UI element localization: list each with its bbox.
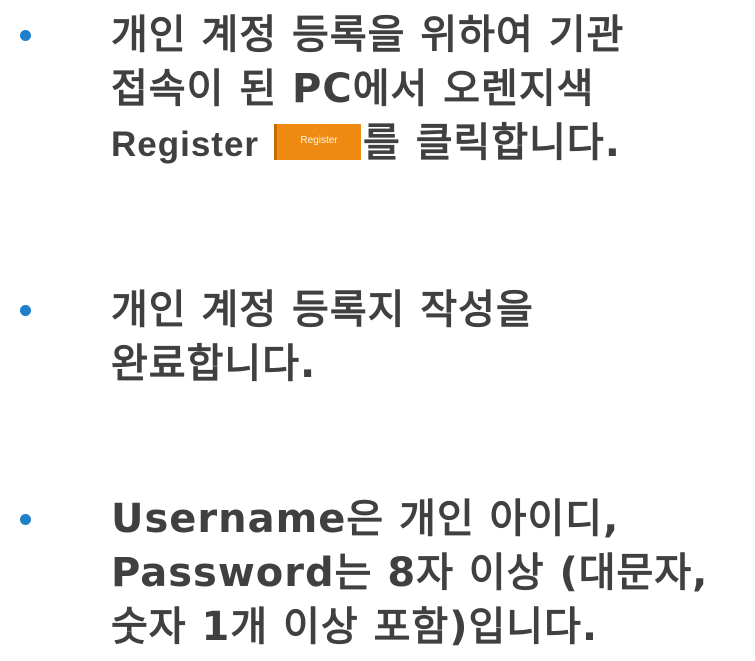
- bullet-line-register: Register Register 를 클릭합니다.: [111, 116, 751, 170]
- bullet-text-register: 개인 계정 등록을 위하여 기관 접속이 된 PC에서 오렌지색 Registe…: [111, 8, 751, 170]
- register-word: Register: [111, 125, 260, 164]
- bullet-line: 개인 계정 등록을 위하여 기관: [111, 12, 625, 58]
- register-suffix: 를 클릭합니다.: [363, 120, 621, 166]
- register-button[interactable]: Register: [274, 124, 361, 160]
- bullet-line: 개인 계정 등록지 작성을: [111, 287, 534, 333]
- bullet-line: Username은 개인 아이디,: [111, 496, 620, 542]
- bullet-line: 접속이 된 PC에서 오렌지색: [111, 66, 595, 112]
- bullet-line: Password는 8자 이상 (대문자,: [111, 550, 709, 596]
- bullet-text-credentials: Username은 개인 아이디, Password는 8자 이상 (대문자, …: [111, 492, 751, 654]
- bullet-line: 완료합니다.: [111, 341, 317, 387]
- bullet-line: 숫자 1개 이상 포함)입니다.: [111, 604, 599, 650]
- bullet-icon: [20, 305, 31, 316]
- bullet-icon: [20, 514, 31, 525]
- bullet-text-complete-form: 개인 계정 등록지 작성을 완료합니다.: [111, 283, 751, 391]
- bullet-icon: [20, 30, 31, 41]
- register-button-label: Register: [300, 135, 338, 146]
